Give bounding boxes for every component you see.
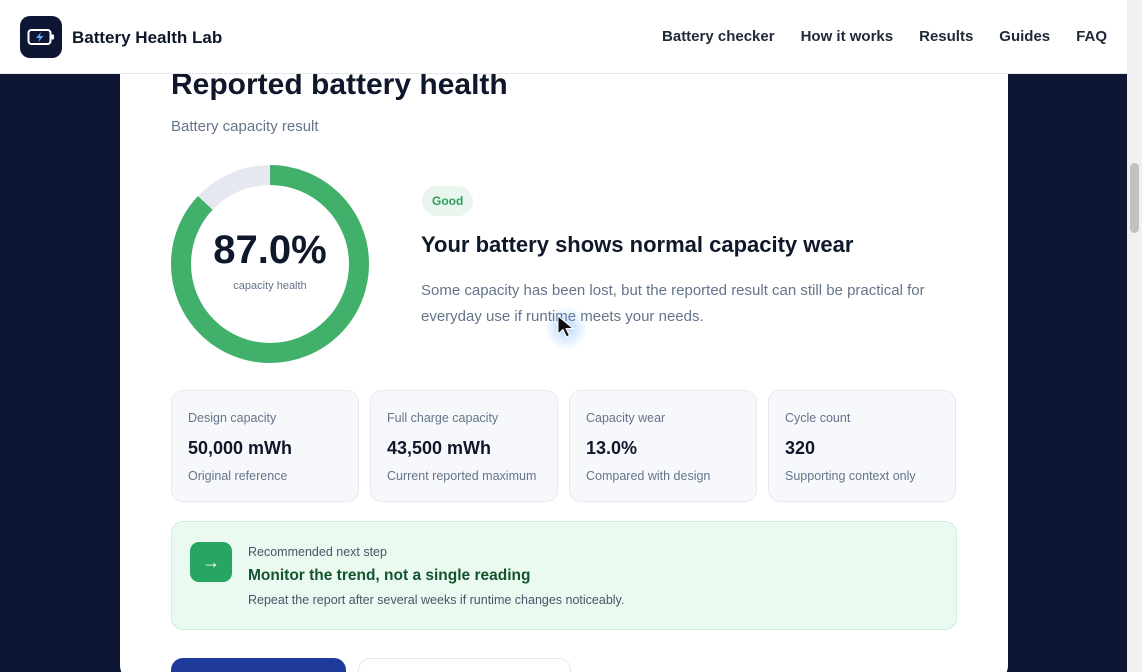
mouse-cursor-icon	[557, 314, 575, 338]
stat-label: Capacity wear	[586, 411, 666, 425]
stat-card-design-capacity: Design capacity 50,000 mWh Original refe…	[171, 390, 359, 502]
health-value: 87.0%	[213, 228, 327, 272]
secondary-action-button[interactable]	[358, 658, 571, 672]
stat-card-full-charge-capacity: Full charge capacity 43,500 mWh Current …	[370, 390, 558, 502]
stat-value: 320	[785, 438, 816, 458]
health-label: capacity health	[233, 280, 307, 292]
stat-value: 43,500 mWh	[387, 438, 492, 458]
stat-note: Supporting context only	[785, 469, 916, 483]
result-headline: Your battery shows normal capacity wear	[421, 232, 854, 257]
nav-how-it-works[interactable]: How it works	[801, 28, 894, 45]
logo[interactable]	[20, 16, 62, 58]
stat-value: 13.0%	[586, 438, 638, 458]
brand-name[interactable]: Battery Health Lab	[72, 28, 222, 48]
stat-value: 50,000 mWh	[188, 438, 293, 458]
stat-card-capacity-wear: Capacity wear 13.0% Compared with design	[569, 390, 757, 502]
site-header: Battery Health Lab Battery checker How i…	[0, 0, 1127, 74]
recommendation-kicker: Recommended next step	[248, 545, 387, 559]
scrollbar-thumb[interactable]	[1130, 163, 1139, 233]
nav-battery-checker[interactable]: Battery checker	[662, 28, 775, 45]
nav-results[interactable]: Results	[919, 28, 973, 45]
stat-card-cycle-count: Cycle count 320 Supporting context only	[768, 390, 956, 502]
stat-label: Design capacity	[188, 411, 277, 425]
recommendation-text: Repeat the report after several weeks if…	[248, 593, 625, 607]
stat-label: Cycle count	[785, 411, 851, 425]
primary-action-button[interactable]	[171, 658, 346, 672]
stat-note: Compared with design	[586, 469, 711, 483]
status-badge: Good	[422, 186, 474, 216]
battery-bolt-icon	[27, 29, 54, 45]
stat-note: Current reported maximum	[387, 469, 537, 483]
recommendation-title: Monitor the trend, not a single reading	[248, 567, 531, 584]
page-subtitle: Battery capacity result	[171, 118, 319, 135]
stat-label: Full charge capacity	[387, 411, 499, 425]
nav-guides[interactable]: Guides	[999, 28, 1050, 45]
main-nav: Battery checker How it works Results Gui…	[662, 28, 1107, 45]
page-scrollbar[interactable]	[1127, 0, 1142, 672]
nav-faq[interactable]: FAQ	[1076, 28, 1107, 45]
stat-note: Original reference	[188, 469, 288, 483]
arrow-right-icon: →	[190, 542, 232, 582]
result-description: Some capacity has been lost, but the rep…	[421, 282, 925, 325]
